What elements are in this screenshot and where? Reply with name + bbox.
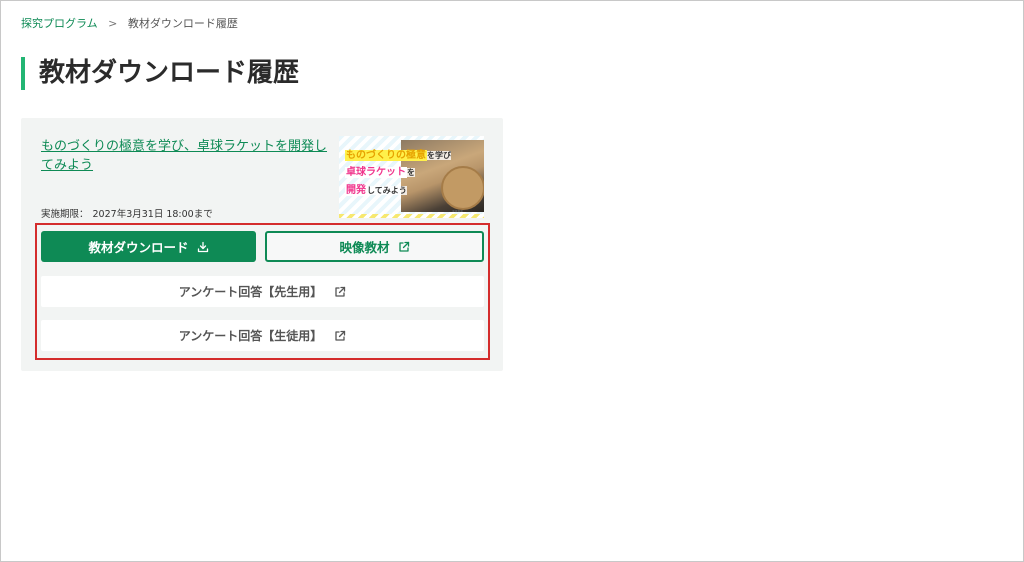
external-link-icon [398,241,410,253]
deadline-value: 2027年3月31日 18:00まで [92,209,213,220]
deadline-label: 実施期限： [41,209,89,220]
material-title-link[interactable]: ものづくりの極意を学び、卓球ラケットを開発してみよう [41,137,331,175]
breadcrumb-current: 教材ダウンロード履歴 [127,17,238,30]
thumbnail-caption-line1-highlight: ものづくりの極意 [345,150,427,161]
video-material-button[interactable]: 映像教材 [265,231,484,262]
deadline: 実施期限： 2027年3月31日 18:00まで [41,206,213,220]
external-link-icon [334,330,346,342]
thumbnail-logo: ▪▪▪▪ [452,208,463,213]
page-frame: 探究プログラム > 教材ダウンロード履歴 教材ダウンロード履歴 ものづくりの極意… [0,0,1024,562]
material-thumbnail[interactable]: ものづくりの極意を学び 卓球ラケットを 開発してみよう ▪▪▪▪ [339,136,484,218]
thumbnail-caption-line3-rest: してみよう [367,186,407,195]
download-material-label: 教材ダウンロード [88,240,189,255]
external-link-icon [334,286,346,298]
thumbnail-caption-line2: 卓球ラケットを [345,166,415,179]
download-material-button[interactable]: 教材ダウンロード [41,231,256,262]
thumbnail-caption-line3: 開発してみよう [345,184,407,197]
download-icon [197,241,209,253]
table-tennis-paddle-image [441,166,484,210]
survey-student-label: アンケート回答【生徒用】 [178,329,323,343]
material-card: ものづくりの極意を学び、卓球ラケットを開発してみよう 実施期限： 2027年3月3… [21,118,503,371]
thumbnail-bottom-stripe [339,214,484,218]
thumbnail-caption-line1: ものづくりの極意を学び [345,149,451,162]
survey-teacher-label: アンケート回答【先生用】 [178,285,323,299]
thumbnail-caption-line2-rest: を [407,168,415,177]
thumbnail-caption-line1-rest: を学び [427,151,451,160]
survey-student-button[interactable]: アンケート回答【生徒用】 [41,320,484,351]
survey-teacher-button[interactable]: アンケート回答【先生用】 [41,276,484,307]
video-material-label: 映像教材 [339,240,390,255]
page-title: 教材ダウンロード履歴 [21,57,299,90]
breadcrumb-separator: > [108,17,118,30]
breadcrumb: 探究プログラム > 教材ダウンロード履歴 [21,16,238,32]
thumbnail-caption-line3-highlight: 開発 [345,185,367,196]
thumbnail-caption-line2-highlight: 卓球ラケット [345,167,407,178]
breadcrumb-link-program[interactable]: 探究プログラム [21,17,98,30]
